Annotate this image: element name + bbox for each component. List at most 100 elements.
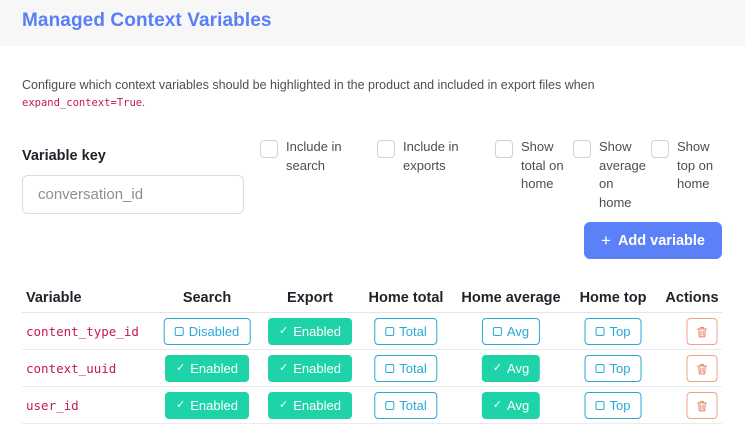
include-in-exports-label: Include in exports (403, 139, 459, 173)
export-toggle-cell: ✓ Enabled (268, 355, 352, 382)
square-icon (174, 327, 184, 336)
home-top-toggle-cell: Top (584, 355, 642, 382)
export-toggle-button[interactable]: ✓ Enabled (268, 318, 352, 345)
export-toggle-label: Enabled (293, 398, 341, 413)
home-average-toggle-cell: ✓ Avg (481, 392, 541, 419)
show-total-on-home-checkbox[interactable] (495, 140, 513, 158)
table-header: Variable Search Export Home total Home a… (0, 288, 745, 310)
home-top-toggle-button[interactable]: Top (584, 318, 642, 345)
add-variable-button[interactable]: + Add variable (584, 222, 722, 259)
header-home-top: Home top (579, 290, 647, 306)
home-average-toggle-button[interactable]: Avg (481, 318, 541, 345)
check-icon: ✓ (279, 325, 289, 337)
show-average-on-home-option[interactable]: Show average on home (573, 138, 646, 212)
show-average-on-home-label: Show average on home (599, 139, 646, 210)
page-header: Managed Context Variables (0, 0, 745, 46)
square-icon (492, 327, 502, 336)
square-icon (595, 401, 605, 410)
search-toggle-label: Enabled (190, 398, 238, 413)
header-search: Search (182, 290, 232, 306)
home-total-toggle-label: Total (399, 324, 427, 339)
delete-button[interactable] (686, 318, 718, 345)
check-icon: ✓ (279, 399, 289, 411)
variable-name: content_type_id (26, 324, 139, 339)
delete-button[interactable] (686, 355, 718, 382)
search-toggle-label: Enabled (190, 361, 238, 376)
code-snippet: expand_context=True (22, 97, 143, 109)
add-variable-label: Add variable (617, 232, 705, 249)
search-toggle-cell: ✓ Enabled (165, 392, 249, 419)
home-total-toggle-button[interactable]: Total (374, 392, 438, 419)
export-toggle-cell: ✓ Enabled (268, 392, 352, 419)
square-icon (595, 327, 605, 336)
home-top-toggle-label: Top (609, 398, 631, 413)
home-total-toggle-button[interactable]: Total (374, 318, 438, 345)
table-row: context_uuid ✓ Enabled ✓ Enabled Total ✓ Avg Top (22, 350, 722, 387)
export-toggle-button[interactable]: ✓ Enabled (268, 392, 352, 419)
variable-key-input[interactable] (22, 175, 244, 214)
square-icon (385, 401, 395, 410)
description-text: Configure which context variables should… (22, 78, 595, 92)
show-total-on-home-label: Show total on home (521, 139, 564, 191)
header-export: Export (287, 290, 333, 306)
include-in-search-option[interactable]: Include in search (260, 138, 342, 175)
home-total-toggle-button[interactable]: Total (374, 355, 438, 382)
home-average-toggle-label: Avg (507, 361, 530, 376)
show-top-on-home-option[interactable]: Show top on home (651, 138, 713, 194)
export-toggle-button[interactable]: ✓ Enabled (268, 355, 352, 382)
actions-cell (686, 392, 718, 419)
description-trailing: . (142, 97, 146, 109)
check-icon: ✓ (492, 399, 503, 411)
home-total-toggle-label: Total (399, 361, 427, 376)
home-average-toggle-button[interactable]: ✓ Avg (481, 355, 541, 382)
home-total-toggle-cell: Total (374, 355, 438, 382)
check-icon: ✓ (176, 362, 186, 374)
delete-button[interactable] (686, 392, 718, 419)
square-icon (385, 327, 395, 336)
home-total-toggle-label: Total (399, 398, 427, 413)
table-row: content_type_id Disabled ✓ Enabled Total Avg T… (22, 313, 722, 350)
actions-cell (686, 318, 718, 345)
home-top-toggle-cell: Top (584, 392, 642, 419)
actions-cell (686, 355, 718, 382)
home-average-toggle-cell: ✓ Avg (481, 355, 541, 382)
header-actions: Actions (665, 290, 719, 306)
search-toggle-button[interactable]: Disabled (163, 318, 251, 345)
search-toggle-button[interactable]: ✓ Enabled (165, 355, 249, 382)
check-icon: ✓ (492, 362, 503, 374)
check-icon: ✓ (279, 362, 289, 374)
show-total-on-home-option[interactable]: Show total on home (495, 138, 564, 194)
square-icon (595, 364, 605, 373)
page-title: Managed Context Variables (22, 10, 272, 31)
header-variable: Variable (26, 290, 82, 306)
search-toggle-label: Disabled (188, 324, 240, 339)
search-toggle-cell: ✓ Enabled (165, 355, 249, 382)
include-in-exports-checkbox[interactable] (377, 140, 395, 158)
table-row: user_id ✓ Enabled ✓ Enabled Total ✓ Avg Top (22, 387, 722, 424)
description-code: expand_context=True. (22, 97, 145, 109)
check-icon: ✓ (176, 399, 186, 411)
square-icon (385, 364, 395, 373)
header-home-total: Home total (368, 290, 444, 306)
search-toggle-button[interactable]: ✓ Enabled (165, 392, 249, 419)
include-in-search-checkbox[interactable] (260, 140, 278, 158)
export-toggle-label: Enabled (293, 324, 341, 339)
home-total-toggle-cell: Total (374, 392, 438, 419)
home-top-toggle-button[interactable]: Top (584, 392, 642, 419)
home-average-toggle-label: Avg (506, 324, 530, 339)
plus-icon: + (601, 231, 611, 250)
include-in-exports-option[interactable]: Include in exports (377, 138, 459, 175)
show-top-on-home-label: Show top on home (677, 139, 714, 191)
home-average-toggle-button[interactable]: ✓ Avg (481, 392, 541, 419)
trash-icon (696, 326, 708, 337)
show-average-on-home-checkbox[interactable] (573, 140, 591, 158)
show-top-on-home-checkbox[interactable] (651, 140, 669, 158)
search-toggle-cell: Disabled (163, 318, 251, 345)
include-in-search-label: Include in search (286, 139, 342, 173)
variable-key-label: Variable key (22, 148, 106, 164)
home-top-toggle-button[interactable]: Top (584, 355, 642, 382)
home-top-toggle-cell: Top (584, 318, 642, 345)
variable-name: user_id (26, 398, 79, 413)
trash-icon (696, 400, 708, 411)
home-average-toggle-label: Avg (507, 398, 530, 413)
